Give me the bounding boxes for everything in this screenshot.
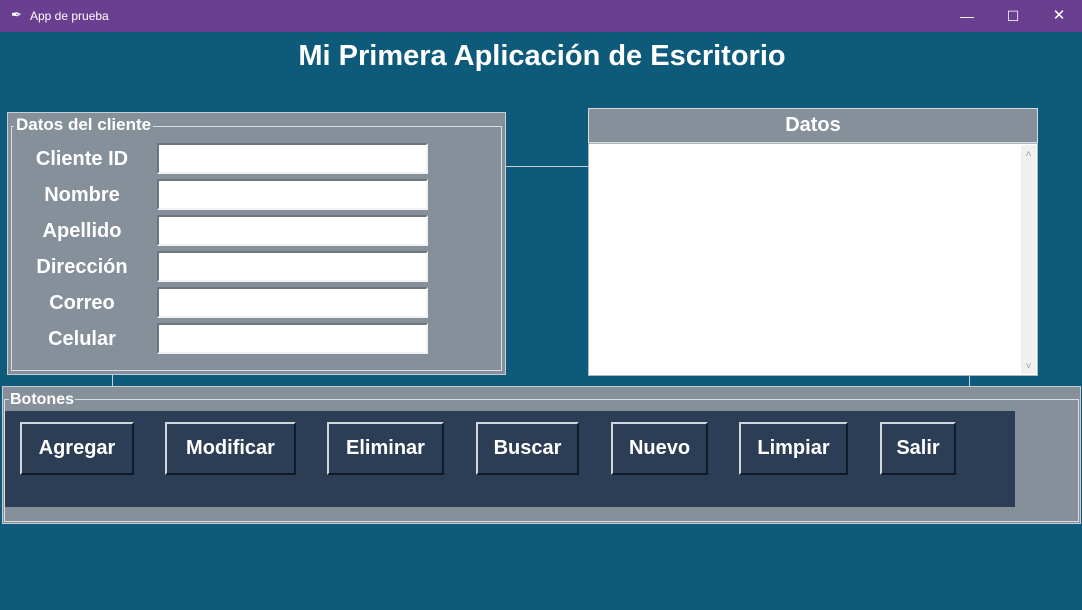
app-heading: Mi Primera Aplicación de Escritorio xyxy=(298,40,786,72)
botones-frame: Botones Agregar Modificar Eliminar Busca… xyxy=(2,386,1081,524)
datos-header: Datos xyxy=(588,108,1038,143)
correo-input[interactable] xyxy=(157,287,428,318)
label-apellido: Apellido xyxy=(42,220,122,242)
buscar-button[interactable]: Buscar xyxy=(476,422,579,475)
connector-line xyxy=(112,375,113,386)
nuevo-button[interactable]: Nuevo xyxy=(611,422,708,475)
vertical-scrollbar[interactable]: ˄ ˅ xyxy=(1021,145,1036,374)
label-cliente-id: Cliente ID xyxy=(35,148,129,170)
celular-input[interactable] xyxy=(157,323,428,354)
label-correo: Correo xyxy=(49,292,115,314)
direccion-input[interactable] xyxy=(157,251,428,282)
window-titlebar[interactable]: ✒ App de prueba — ☐ ✕ xyxy=(0,0,1082,32)
label-celular: Celular xyxy=(48,328,116,350)
feather-icon: ✒ xyxy=(11,7,22,22)
scroll-up-arrow-icon[interactable]: ˄ xyxy=(1021,149,1036,160)
button-bar: Agregar Modificar Eliminar Buscar Nuevo … xyxy=(5,411,1015,507)
cliente-frame: Datos del cliente Cliente ID Nombre Apel… xyxy=(7,112,506,375)
datos-panel: Datos ˄ ˅ xyxy=(588,108,1038,376)
nombre-input[interactable] xyxy=(157,179,428,210)
window-title: App de prueba xyxy=(30,9,109,23)
eliminar-button[interactable]: Eliminar xyxy=(327,422,444,475)
connector-line xyxy=(969,375,970,386)
apellido-input[interactable] xyxy=(157,215,428,246)
label-direccion: Dirección xyxy=(36,256,128,278)
scroll-down-arrow-icon[interactable]: ˅ xyxy=(1021,361,1036,372)
limpiar-button[interactable]: Limpiar xyxy=(739,422,848,475)
app-window-body: Mi Primera Aplicación de Escritorio Dato… xyxy=(1,32,1081,610)
datos-listbox[interactable]: ˄ ˅ xyxy=(588,143,1038,376)
modificar-button[interactable]: Modificar xyxy=(165,422,296,475)
label-nombre: Nombre xyxy=(44,184,120,206)
cliente-id-input[interactable] xyxy=(157,143,428,174)
botones-frame-legend: Botones xyxy=(9,391,75,409)
minimize-button[interactable]: — xyxy=(944,0,990,32)
connector-line xyxy=(506,166,588,167)
salir-button[interactable]: Salir xyxy=(880,422,956,475)
maximize-button[interactable]: ☐ xyxy=(990,0,1036,32)
agregar-button[interactable]: Agregar xyxy=(20,422,134,475)
cliente-frame-legend: Datos del cliente xyxy=(14,115,154,135)
close-button[interactable]: ✕ xyxy=(1036,0,1082,32)
